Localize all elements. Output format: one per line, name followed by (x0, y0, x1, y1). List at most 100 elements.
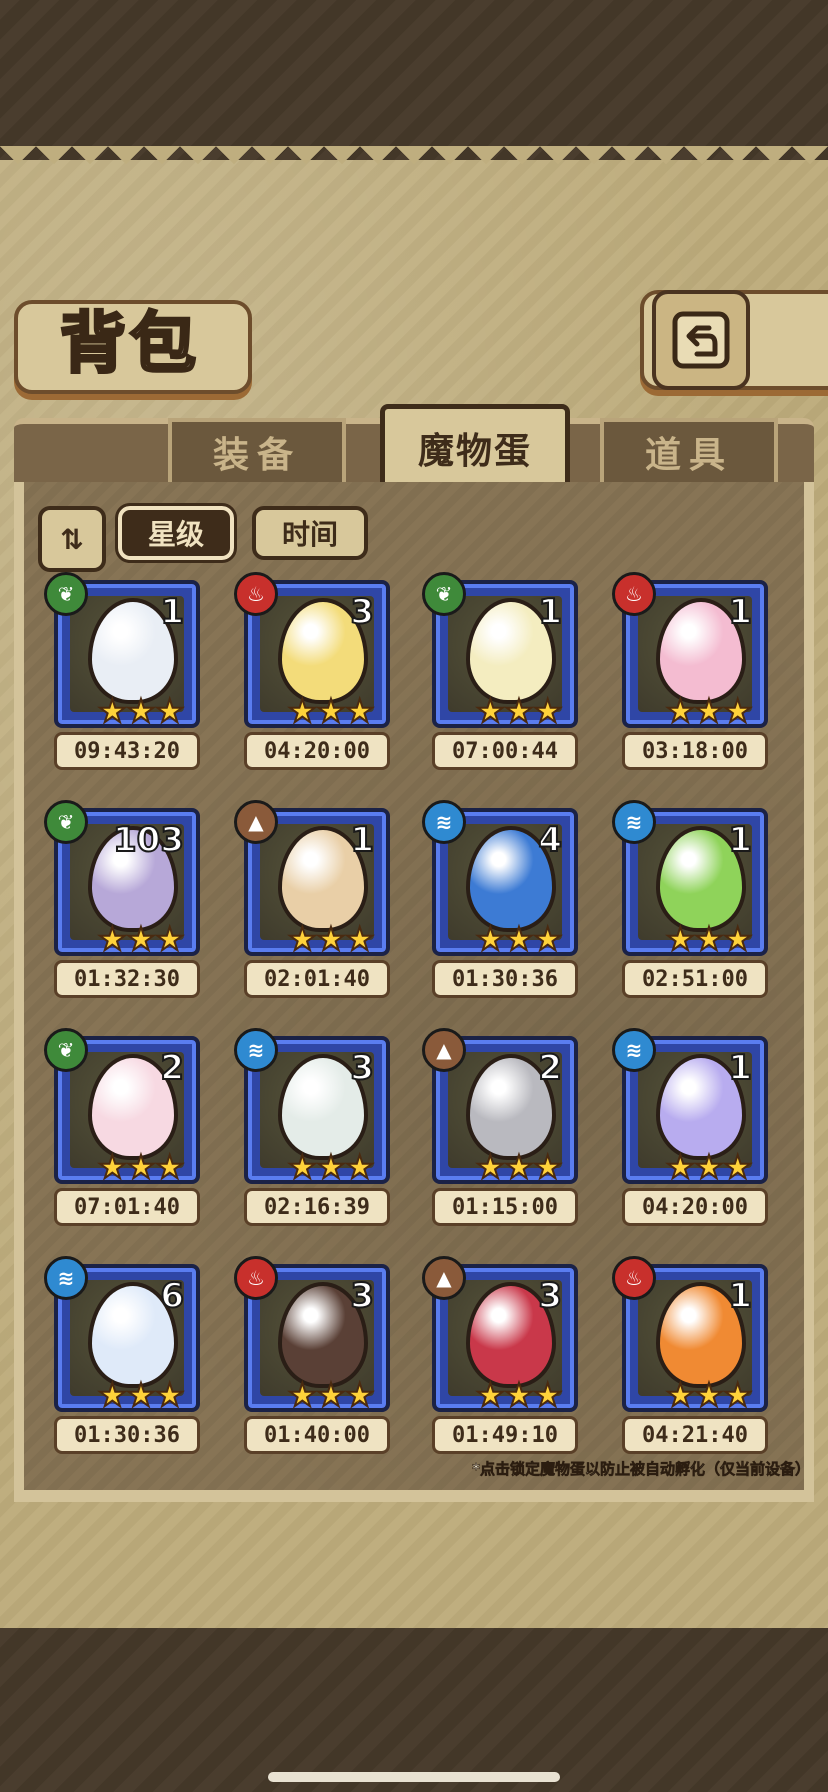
star-icon: ★★★ (475, 1376, 563, 1414)
egg-slot[interactable]: 2 ★★★ ▲ 01:15:00 (422, 1028, 584, 1232)
egg-stars: ★★★ (474, 693, 564, 729)
egg-stars: ★★★ (286, 692, 376, 730)
egg-slot[interactable]: 4 ★★★ ≋ 01:30:36 (422, 800, 584, 1004)
star-icon: ★★★ (97, 1376, 185, 1414)
egg-stars: ★★★ (96, 1376, 186, 1414)
egg-slot[interactable]: 3 ★★★ ≋ 02:16:39 (234, 1028, 396, 1232)
hatch-timer: 02:01:40 (244, 960, 390, 998)
star-icon: ★★★ (665, 1148, 753, 1186)
element-fire-icon: ♨ (612, 1256, 656, 1300)
egg-slot[interactable]: 103 ★★★ ❦ 01:32:30 (44, 800, 206, 1004)
egg-stars: ★★★ (96, 920, 186, 958)
home-indicator[interactable] (268, 1772, 560, 1782)
egg-stars: ★★★ (286, 1148, 376, 1186)
hatch-timer: 07:01:40 (54, 1188, 200, 1226)
element-grass-icon: ❦ (44, 572, 88, 616)
egg-stars: ★★★ (474, 1376, 564, 1414)
hatch-timer: 04:21:40 (622, 1416, 768, 1454)
egg-slot[interactable]: 1 ★★★ ❦ 09:43:20 (44, 572, 206, 776)
egg-slot[interactable]: 6 ★★★ ≋ 01:30:36 (44, 1256, 206, 1460)
egg-stars: ★★★ (664, 1148, 754, 1186)
star-icon: ★★★ (475, 1148, 563, 1186)
egg-stars: ★★★ (96, 692, 186, 730)
egg-count: 3 (349, 591, 375, 633)
egg-stars: ★★★ (96, 1148, 186, 1186)
lock-hint-text: *点击锁定魔物蛋以防止被自动孵化（仅当前设备） (472, 1460, 810, 1479)
star-icon: ★★★ (475, 920, 563, 958)
return-arrow-icon (672, 311, 730, 369)
hatch-timer: 07:00:44 (432, 732, 578, 770)
hatch-timer: 01:49:10 (432, 1416, 578, 1454)
egg-count: 6 (159, 1275, 185, 1317)
egg-count: 1 (727, 1047, 753, 1089)
egg-count: 2 (159, 1047, 185, 1089)
element-fire-icon: ♨ (612, 572, 656, 616)
hatch-timer: 02:51:00 (622, 960, 768, 998)
element-grass-icon: ❦ (44, 800, 88, 844)
hatch-timer: 01:30:36 (432, 960, 578, 998)
egg-count: 1 (159, 591, 185, 633)
star-icon: ★★★ (665, 1376, 753, 1414)
egg-slot[interactable]: 2 ★★★ ❦ 07:01:40 (44, 1028, 206, 1232)
sort-order-toggle[interactable]: ⇅ (38, 506, 106, 572)
egg-stars: ★★★ (286, 1376, 376, 1414)
egg-slot[interactable]: 1 ★★★ ▲ 02:01:40 (234, 800, 396, 1004)
egg-slot[interactable]: 3 ★★★ ▲ 01:49:10 (422, 1256, 584, 1460)
egg-stars: ★★★ (474, 920, 564, 958)
hatch-timer: 01:40:00 (244, 1416, 390, 1454)
star-icon: ★★★ (97, 920, 185, 958)
tab-items[interactable]: 道具 (600, 418, 778, 482)
sort-by-star-button[interactable]: 星级 (115, 503, 237, 563)
back-button[interactable] (652, 290, 750, 390)
star-icon: ★★★ (97, 1148, 185, 1186)
egg-stars: ★★★ (664, 692, 754, 730)
egg-stars: ★★★ (664, 1376, 754, 1414)
hatch-timer: 01:30:36 (54, 1416, 200, 1454)
egg-slot[interactable]: 1 ★★★ ≋ 04:20:00 (612, 1028, 774, 1232)
element-grass-icon: ❦ (422, 572, 466, 616)
top-background (0, 0, 828, 160)
star-icon: ★★★ (287, 1148, 375, 1186)
egg-count: 1 (727, 591, 753, 633)
sort-by-time-button[interactable]: 时间 (252, 506, 368, 560)
bottom-background (0, 1628, 828, 1792)
egg-count: 3 (349, 1047, 375, 1089)
egg-slot[interactable]: 1 ★★★ ♨ 04:21:40 (612, 1256, 774, 1460)
hatch-timer: 09:43:20 (54, 732, 200, 770)
element-earth-icon: ▲ (234, 800, 278, 844)
element-fire-icon: ♨ (234, 1256, 278, 1300)
egg-slot[interactable]: 1 ★★★ ❦ 07:00:44 (422, 572, 584, 776)
egg-count: 3 (349, 1275, 375, 1317)
hatch-timer: 02:16:39 (244, 1188, 390, 1226)
element-water-icon: ≋ (612, 800, 656, 844)
egg-slot[interactable]: 1 ★★★ ♨ 03:18:00 (612, 572, 774, 776)
parchment-edge-top (0, 146, 828, 182)
star-icon: ★★★ (665, 692, 753, 730)
egg-count: 2 (537, 1047, 563, 1089)
egg-count: 1 (727, 1275, 753, 1317)
egg-count: 3 (537, 1275, 563, 1317)
star-icon: ★★★ (287, 692, 375, 730)
element-earth-icon: ▲ (422, 1028, 466, 1072)
star-icon: ★★★ (287, 1376, 375, 1414)
tab-equipment[interactable]: 装备 (168, 418, 346, 482)
star-icon: ★★★ (287, 920, 375, 958)
egg-slot[interactable]: 3 ★★★ ♨ 01:40:00 (234, 1256, 396, 1460)
egg-slot[interactable]: 3 ★★★ ♨ 04:20:00 (234, 572, 396, 776)
egg-count: 1 (349, 819, 375, 861)
element-earth-icon: ▲ (422, 1256, 466, 1300)
element-water-icon: ≋ (44, 1256, 88, 1300)
element-water-icon: ≋ (234, 1028, 278, 1072)
element-water-icon: ≋ (612, 1028, 656, 1072)
star-icon: ★★★ (97, 692, 185, 730)
egg-stars: ★★★ (286, 920, 376, 958)
hatch-timer: 04:20:00 (622, 1188, 768, 1226)
egg-stars: ★★★ (474, 1148, 564, 1186)
element-grass-icon: ❦ (44, 1028, 88, 1072)
egg-count: 1 (727, 819, 753, 861)
star-icon: ★★★ (665, 920, 753, 958)
hatch-timer: 01:32:30 (54, 960, 200, 998)
tab-monster-eggs[interactable]: 魔物蛋 (380, 404, 570, 487)
egg-slot[interactable]: 1 ★★★ ≋ 02:51:00 (612, 800, 774, 1004)
page-title: 背包 (59, 303, 200, 384)
